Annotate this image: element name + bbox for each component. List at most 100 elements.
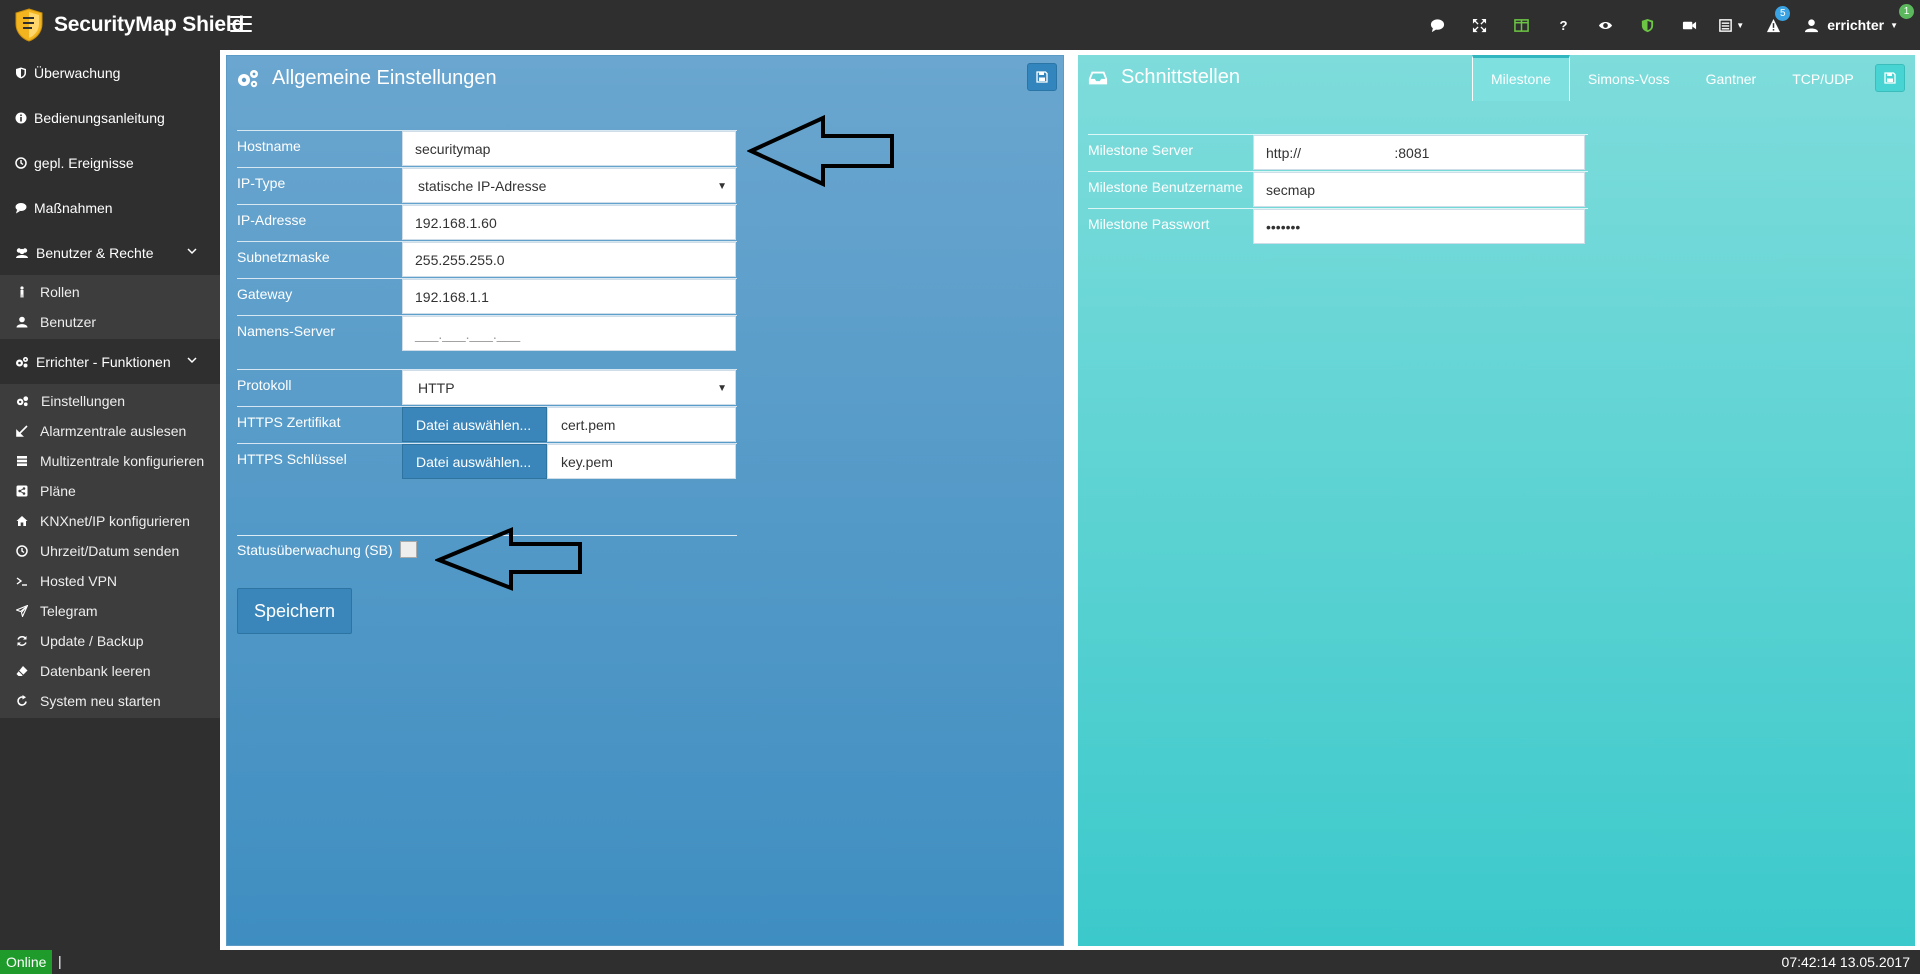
cert-label: HTTPS Zertifikat bbox=[237, 414, 341, 430]
sidebar-item-label: Telegram bbox=[40, 603, 98, 619]
tab-milestone[interactable]: Milestone bbox=[1472, 55, 1570, 101]
import-icon bbox=[16, 425, 28, 437]
video-icon bbox=[1682, 21, 1696, 29]
save-button[interactable]: Speichern bbox=[237, 588, 352, 634]
sidebar-item-benutzer[interactable]: Benutzer bbox=[0, 307, 220, 337]
sidebar-item-label: Uhrzeit/Datum senden bbox=[40, 543, 180, 559]
sidebar-item-hosted-vpn[interactable]: Hosted VPN bbox=[0, 566, 220, 596]
sidebar-item-label: gepl. Ereignisse bbox=[34, 154, 134, 171]
milestone-server-input[interactable]: http:// :8081 bbox=[1253, 135, 1585, 170]
share-icon bbox=[16, 485, 28, 497]
svg-text:?: ? bbox=[1559, 18, 1567, 33]
user-icon bbox=[1805, 18, 1819, 32]
annotation-arrow bbox=[435, 527, 582, 591]
milestone-password-input[interactable]: ••••••• bbox=[1253, 209, 1585, 244]
sidebar-item-einstellungen[interactable]: Einstellungen bbox=[0, 386, 220, 416]
eraser-icon bbox=[16, 666, 28, 676]
user-menu[interactable]: errichter ▼ 1 bbox=[1794, 0, 1920, 50]
cert-file-button[interactable]: Datei auswählen... bbox=[402, 407, 547, 442]
iptype-select[interactable]: statische IP-Adresse ▼ bbox=[402, 168, 736, 203]
sidebar-item-label: Benutzer & Rechte bbox=[36, 244, 154, 261]
annotation-arrow bbox=[747, 114, 894, 188]
sidebar-item-errichter-funktionen[interactable]: Errichter - Funktionen bbox=[0, 339, 220, 384]
milestone-username-input[interactable]: secmap bbox=[1253, 172, 1585, 207]
key-file-button[interactable]: Datei auswählen... bbox=[402, 444, 547, 479]
server-icon bbox=[17, 456, 27, 466]
sidebar-item-update-backup[interactable]: Update / Backup bbox=[0, 626, 220, 656]
brand-name: SecurityMap Shield bbox=[54, 13, 245, 36]
sidebar-item-massnahmen[interactable]: Maßnahmen bbox=[0, 185, 220, 230]
subnet-label: Subnetzmaske bbox=[237, 249, 330, 265]
sidebar-item-knxnet[interactable]: KNXnet/IP konfigurieren bbox=[0, 506, 220, 536]
subnet-mask-input[interactable]: 255.255.255.0 bbox=[402, 242, 736, 277]
columns-button[interactable] bbox=[1500, 0, 1542, 50]
iptype-row: IP-Type statische IP-Adresse ▼ bbox=[237, 167, 737, 204]
gateway-label: Gateway bbox=[237, 286, 293, 302]
comment-icon bbox=[1430, 18, 1444, 32]
interfaces-panel: Schnittstellen Milestone Simons-Voss Gan… bbox=[1078, 55, 1915, 946]
protocol-selected-value: HTTP bbox=[418, 380, 455, 396]
caret-down-icon: ▼ bbox=[1890, 20, 1898, 30]
panel-title: Schnittstellen bbox=[1121, 66, 1240, 88]
security-button[interactable] bbox=[1626, 0, 1668, 50]
chevron-down-icon bbox=[187, 248, 197, 255]
sidebar-item-label: Rollen bbox=[40, 284, 80, 300]
view-button[interactable] bbox=[1584, 0, 1626, 50]
sidebar: Überwachung Bedienungsanleitung gepl. Er… bbox=[0, 50, 220, 950]
sidebar-item-label: Überwachung bbox=[34, 64, 121, 81]
save-icon-button[interactable] bbox=[1875, 64, 1905, 92]
ip-address-input[interactable]: 192.168.1.60 bbox=[402, 205, 736, 240]
installer-submenu: Einstellungen Alarmzentrale auslesen Mul… bbox=[0, 384, 220, 718]
menu-toggle-button[interactable] bbox=[230, 16, 252, 34]
list-icon bbox=[1719, 18, 1733, 32]
gateway-input[interactable]: 192.168.1.1 bbox=[402, 279, 736, 314]
sidebar-item-plaene[interactable]: Pläne bbox=[0, 476, 220, 506]
ip-row: IP-Adresse 192.168.1.60 bbox=[237, 204, 737, 241]
sidebar-item-label: System neu starten bbox=[40, 693, 161, 709]
milestone-password-label: Milestone Passwort bbox=[1088, 216, 1210, 232]
sidebar-item-uhrzeit[interactable]: Uhrzeit/Datum senden bbox=[0, 536, 220, 566]
sidebar-item-telegram[interactable]: Telegram bbox=[0, 596, 220, 626]
milestone-server-row: Milestone Server http:// :8081 bbox=[1088, 134, 1588, 171]
list-dropdown-button[interactable]: ▼ bbox=[1710, 0, 1752, 50]
fullscreen-button[interactable] bbox=[1458, 0, 1500, 50]
gears-icon bbox=[16, 396, 29, 407]
sidebar-item-benutzer-rechte[interactable]: Benutzer & Rechte bbox=[0, 230, 220, 275]
shield-logo-icon bbox=[15, 8, 43, 42]
hostname-input[interactable]: securitymap bbox=[402, 131, 736, 166]
protocol-select[interactable]: HTTP ▼ bbox=[402, 370, 736, 405]
caret-down-icon: ▼ bbox=[717, 383, 727, 394]
refresh-icon bbox=[17, 636, 27, 646]
help-button[interactable]: ? bbox=[1542, 0, 1584, 50]
tab-simons-voss[interactable]: Simons-Voss bbox=[1570, 55, 1688, 101]
status-monitoring-checkbox[interactable] bbox=[399, 541, 417, 558]
eye-icon bbox=[1598, 21, 1612, 29]
sidebar-item-datenbank-leeren[interactable]: Datenbank leeren bbox=[0, 656, 220, 686]
dns-row: Namens-Server ___.___.___.___ bbox=[237, 315, 737, 352]
sidebar-item-rollen[interactable]: Rollen bbox=[0, 277, 220, 307]
sidebar-item-bedienungsanleitung[interactable]: Bedienungsanleitung bbox=[0, 95, 220, 140]
camera-button[interactable] bbox=[1668, 0, 1710, 50]
messages-button[interactable] bbox=[1416, 0, 1458, 50]
milestone-password-row: Milestone Passwort ••••••• bbox=[1088, 208, 1588, 245]
send-icon bbox=[16, 605, 28, 617]
sidebar-item-label: Update / Backup bbox=[40, 633, 144, 649]
tab-gantner[interactable]: Gantner bbox=[1688, 55, 1775, 101]
alerts-button[interactable]: 5 bbox=[1752, 0, 1794, 50]
save-icon-button[interactable] bbox=[1027, 63, 1057, 91]
sidebar-item-ereignisse[interactable]: gepl. Ereignisse bbox=[0, 140, 220, 185]
caret-down-icon: ▼ bbox=[1736, 20, 1745, 30]
sidebar-item-multizentrale[interactable]: Multizentrale konfigurieren bbox=[0, 446, 220, 476]
shield-icon bbox=[16, 67, 26, 78]
tab-tcp-udp[interactable]: TCP/UDP bbox=[1774, 55, 1871, 101]
brand[interactable]: SecurityMap Shield bbox=[14, 0, 244, 50]
dns-server-input[interactable]: ___.___.___.___ bbox=[402, 316, 736, 351]
sidebar-item-alarmzentrale[interactable]: Alarmzentrale auslesen bbox=[0, 416, 220, 446]
protocol-label: Protokoll bbox=[237, 377, 292, 393]
sidebar-item-ueberwachung[interactable]: Überwachung bbox=[0, 50, 220, 95]
sidebar-item-system-neustart[interactable]: System neu starten bbox=[0, 686, 220, 716]
floppy-disk-icon bbox=[1036, 71, 1048, 83]
chevron-down-icon bbox=[187, 357, 197, 364]
caret-down-icon: ▼ bbox=[717, 181, 727, 192]
general-settings-panel: Allgemeine Einstellungen Hostname securi… bbox=[226, 55, 1064, 946]
